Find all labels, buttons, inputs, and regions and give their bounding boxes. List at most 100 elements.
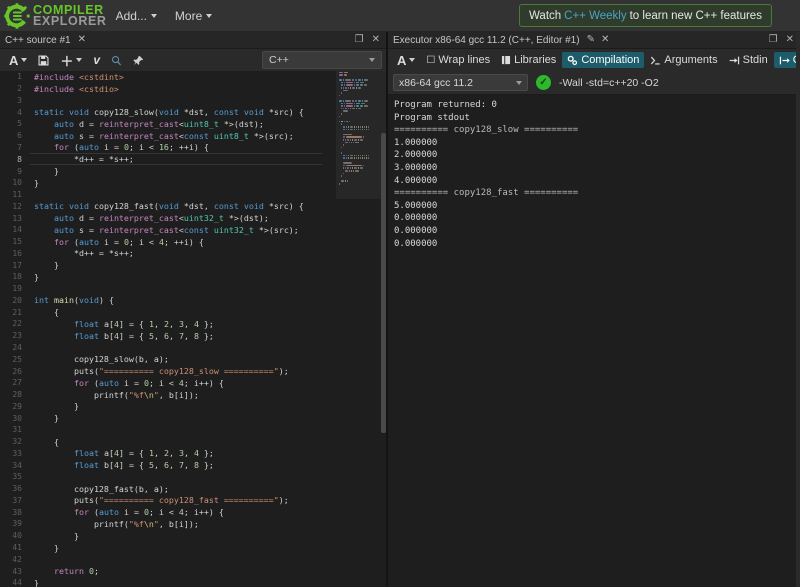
code-line[interactable]: 24: [0, 342, 336, 354]
code-text: copy128_slow(b, a);: [34, 354, 169, 365]
executor-maximize-icon[interactable]: ❐: [769, 35, 778, 45]
code-line[interactable]: 14 auto s = reinterpret_cast<const uint3…: [0, 224, 336, 236]
code-line[interactable]: 7 for (auto i = 0; i < 16; ++i) {: [0, 142, 336, 154]
code-line[interactable]: 15 for (auto i = 0; i < 4; ++i) {: [0, 236, 336, 248]
promo-banner[interactable]: Watch C++ Weekly to learn new C++ featur…: [519, 4, 772, 27]
code-text: }: [34, 271, 39, 282]
code-line[interactable]: 44}: [0, 577, 336, 587]
code-line[interactable]: 4 static void copy128_slow(void *dst, con…: [0, 106, 336, 118]
logo[interactable]: COMPILER EXPLORER: [0, 2, 107, 29]
code-line[interactable]: 37 puts("========== copy128_fast =======…: [0, 495, 336, 507]
editor-toolbar: A ＋ v C++: [0, 49, 386, 71]
editor-tab-close-icon[interactable]: ✕: [78, 35, 86, 45]
code-line[interactable]: 18}: [0, 271, 336, 283]
compiler-options-input[interactable]: -Wall -std=c++20 -O2: [559, 77, 659, 89]
line-number: 10: [12, 178, 22, 188]
minimap-slider[interactable]: [336, 71, 386, 199]
program-output[interactable]: Program returned: 0 Program stdout =======…: [388, 95, 800, 587]
code-line[interactable]: 42: [0, 553, 336, 565]
code-line[interactable]: 30 }: [0, 412, 336, 424]
save-button[interactable]: [33, 53, 54, 68]
vim-mode-button[interactable]: v: [88, 51, 105, 69]
code-line[interactable]: 35: [0, 471, 336, 483]
line-number: 7: [17, 142, 22, 152]
code-line[interactable]: 19: [0, 283, 336, 295]
pin-button[interactable]: [128, 53, 149, 68]
code-line[interactable]: 6 auto s = reinterpret_cast<const uint8_…: [0, 130, 336, 142]
code-line[interactable]: 34 float b[4] = { 5, 6, 7, 8 };: [0, 459, 336, 471]
code-line[interactable]: 36 copy128_fast(b, a);: [0, 483, 336, 495]
code-line[interactable]: 5 auto d = reinterpret_cast<uint8_t *>(d…: [0, 118, 336, 130]
checkbox-icon: ☐: [426, 54, 436, 66]
line-number: 31: [12, 425, 22, 435]
code-line[interactable]: 1 #include <cstdint>: [0, 71, 336, 83]
wrap-lines-button[interactable]: ☐ Wrap lines: [421, 52, 495, 68]
output-line: 4.000000: [394, 175, 438, 186]
code-line[interactable]: 3: [0, 95, 336, 107]
code-line[interactable]: 31: [0, 424, 336, 436]
code-lines-container[interactable]: 1 #include <cstdint> 2 #include <cstdio> 3 4 s…: [0, 71, 336, 587]
editor-tab-title[interactable]: C++ source #1: [5, 35, 71, 46]
code-line[interactable]: 25 copy128_slow(b, a);: [0, 353, 336, 365]
code-text: for (auto i = 0; i < 16; ++i) {: [53, 142, 209, 153]
editor-close-icon[interactable]: ✕: [372, 35, 380, 45]
code-line[interactable]: 22 float a[4] = { 1, 2, 3, 4 };: [0, 318, 336, 330]
output-line: ========== copy128_fast ==========: [394, 188, 579, 199]
executor-font-size-button[interactable]: A: [392, 51, 420, 70]
code-editor[interactable]: 1 #include <cstdint> 2 #include <cstdio> 3 4 s…: [0, 71, 386, 587]
line-number: 11: [12, 190, 22, 200]
code-line[interactable]: 32 {: [0, 436, 336, 448]
code-line[interactable]: 11: [0, 189, 336, 201]
code-line[interactable]: 39 printf("%f\n", b[i]);: [0, 518, 336, 530]
code-line[interactable]: 20 int main(void) {: [0, 295, 336, 307]
code-line[interactable]: 28 printf("%f\n", b[i]);: [0, 389, 336, 401]
code-line[interactable]: 40 }: [0, 530, 336, 542]
code-line[interactable]: 38 for (auto i = 0; i < 4; i++) {: [0, 506, 336, 518]
code-line[interactable]: 29 }: [0, 400, 336, 412]
code-text: #include <cstdint>: [34, 71, 124, 82]
executor-tab-close-icon[interactable]: ✕: [601, 35, 609, 45]
code-line[interactable]: 2 #include <cstdio>: [0, 83, 336, 95]
code-minimap[interactable]: [336, 71, 386, 587]
line-number: 1: [17, 72, 22, 82]
code-line[interactable]: 9 }: [0, 165, 336, 177]
compilation-button[interactable]: Compilation: [562, 52, 645, 68]
code-line[interactable]: 17 }: [0, 259, 336, 271]
executor-tab-title[interactable]: Executor x86-64 gcc 11.2 (C++, Editor #1…: [393, 35, 580, 46]
code-line[interactable]: 10}: [0, 177, 336, 189]
code-line[interactable]: 12 static void copy128_fast(void *dst, co…: [0, 200, 336, 212]
code-line[interactable]: 33 float a[4] = { 1, 2, 3, 4 };: [0, 448, 336, 460]
language-select[interactable]: C++: [262, 51, 382, 69]
compiler-select[interactable]: x86-64 gcc 11.2: [393, 74, 528, 91]
line-number: 30: [12, 413, 22, 423]
code-line[interactable]: 27 for (auto i = 0; i < 4; i++) {: [0, 377, 336, 389]
code-line[interactable]: 8 *d++ = *s++;: [0, 153, 336, 165]
editor-scrollbar-thumb[interactable]: [381, 133, 386, 433]
code-line[interactable]: 21 {: [0, 306, 336, 318]
promo-link[interactable]: C++ Weekly: [564, 10, 626, 22]
plus-icon: ＋: [60, 53, 74, 69]
stdin-button[interactable]: Stdin: [724, 52, 773, 68]
nav-item-more[interactable]: More: [166, 3, 221, 29]
gear-c-logo-icon: [4, 2, 30, 29]
executor-rename-icon[interactable]: ✎: [587, 35, 595, 45]
editor-maximize-icon[interactable]: ❐: [355, 35, 364, 45]
executor-close-icon[interactable]: ✕: [786, 35, 794, 45]
nav-item-add[interactable]: Add...: [107, 3, 166, 29]
font-size-button[interactable]: A: [4, 51, 32, 70]
code-line[interactable]: 43 return 0;: [0, 565, 336, 577]
compiler-selection-row: x86-64 gcc 11.2 ✓ -Wall -std=c++20 -O2: [388, 71, 800, 95]
code-text: for (auto i = 0; i < 4; ++i) {: [53, 236, 204, 247]
arguments-button[interactable]: Arguments: [645, 52, 722, 68]
code-text: }: [34, 577, 39, 587]
add-pane-button[interactable]: ＋: [55, 49, 87, 72]
editor-scrollbar[interactable]: [381, 71, 386, 587]
code-line[interactable]: 26 puts("========== copy128_slow =======…: [0, 365, 336, 377]
code-line[interactable]: 13 auto d = reinterpret_cast<uint32_t *>…: [0, 212, 336, 224]
libraries-button[interactable]: Libraries: [496, 52, 561, 68]
find-button[interactable]: [106, 53, 127, 68]
code-line[interactable]: 41 }: [0, 542, 336, 554]
code-line[interactable]: 23 float b[4] = { 5, 6, 7, 8 };: [0, 330, 336, 342]
line-number: 34: [12, 460, 22, 470]
code-line[interactable]: 16 *d++ = *s++;: [0, 247, 336, 259]
